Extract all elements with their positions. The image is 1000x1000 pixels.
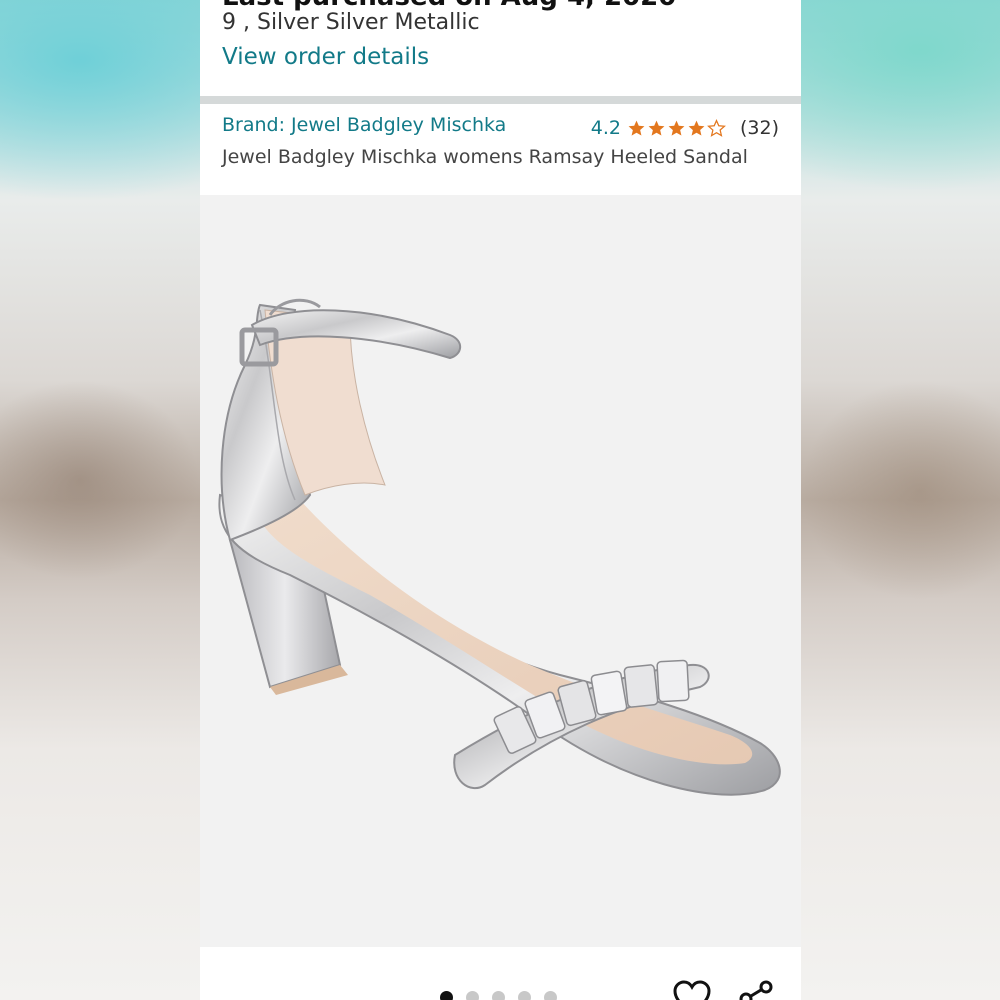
- carousel-dot[interactable]: [492, 991, 505, 1000]
- carousel-dot[interactable]: [466, 991, 479, 1000]
- empty-star-icon: [707, 118, 726, 137]
- star-icon: [648, 120, 665, 136]
- product-image[interactable]: [200, 195, 801, 947]
- brand-rating-row: Brand: Jewel Badgley Mischka 4.2 (32): [222, 114, 779, 142]
- add-to-list-button[interactable]: [672, 979, 712, 1000]
- share-button[interactable]: [736, 977, 776, 1000]
- heart-icon: [673, 980, 711, 1000]
- background-smudge-right: [800, 380, 1000, 600]
- image-carousel-dots: [440, 991, 557, 1000]
- view-order-details-link[interactable]: View order details: [222, 44, 429, 70]
- rating[interactable]: 4.2 (32): [591, 114, 779, 142]
- background-smudge-left: [0, 380, 200, 580]
- carousel-dot[interactable]: [440, 991, 453, 1000]
- carousel-dot[interactable]: [544, 991, 557, 1000]
- star-icon: [628, 120, 645, 136]
- order-summary-card: Last purchased on Aug 4, 2020 9 , Silver…: [200, 0, 801, 96]
- section-divider: [200, 96, 801, 104]
- product-title[interactable]: Jewel Badgley Mischka womens Ramsay Heel…: [222, 146, 748, 168]
- star-rating: [627, 118, 726, 138]
- product-panel: Last purchased on Aug 4, 2020 9 , Silver…: [200, 0, 801, 1000]
- star-icon: [668, 120, 685, 136]
- image-action-bar: [200, 947, 801, 1000]
- star-icon: [688, 120, 705, 136]
- sandal-illustration: [218, 298, 781, 796]
- carousel-dot[interactable]: [518, 991, 531, 1000]
- rating-value: 4.2: [590, 117, 621, 139]
- brand-link[interactable]: Brand: Jewel Badgley Mischka: [222, 114, 506, 136]
- review-count: (32): [739, 117, 779, 139]
- share-icon: [739, 980, 773, 1000]
- order-variant: 9 , Silver Silver Metallic: [222, 10, 480, 35]
